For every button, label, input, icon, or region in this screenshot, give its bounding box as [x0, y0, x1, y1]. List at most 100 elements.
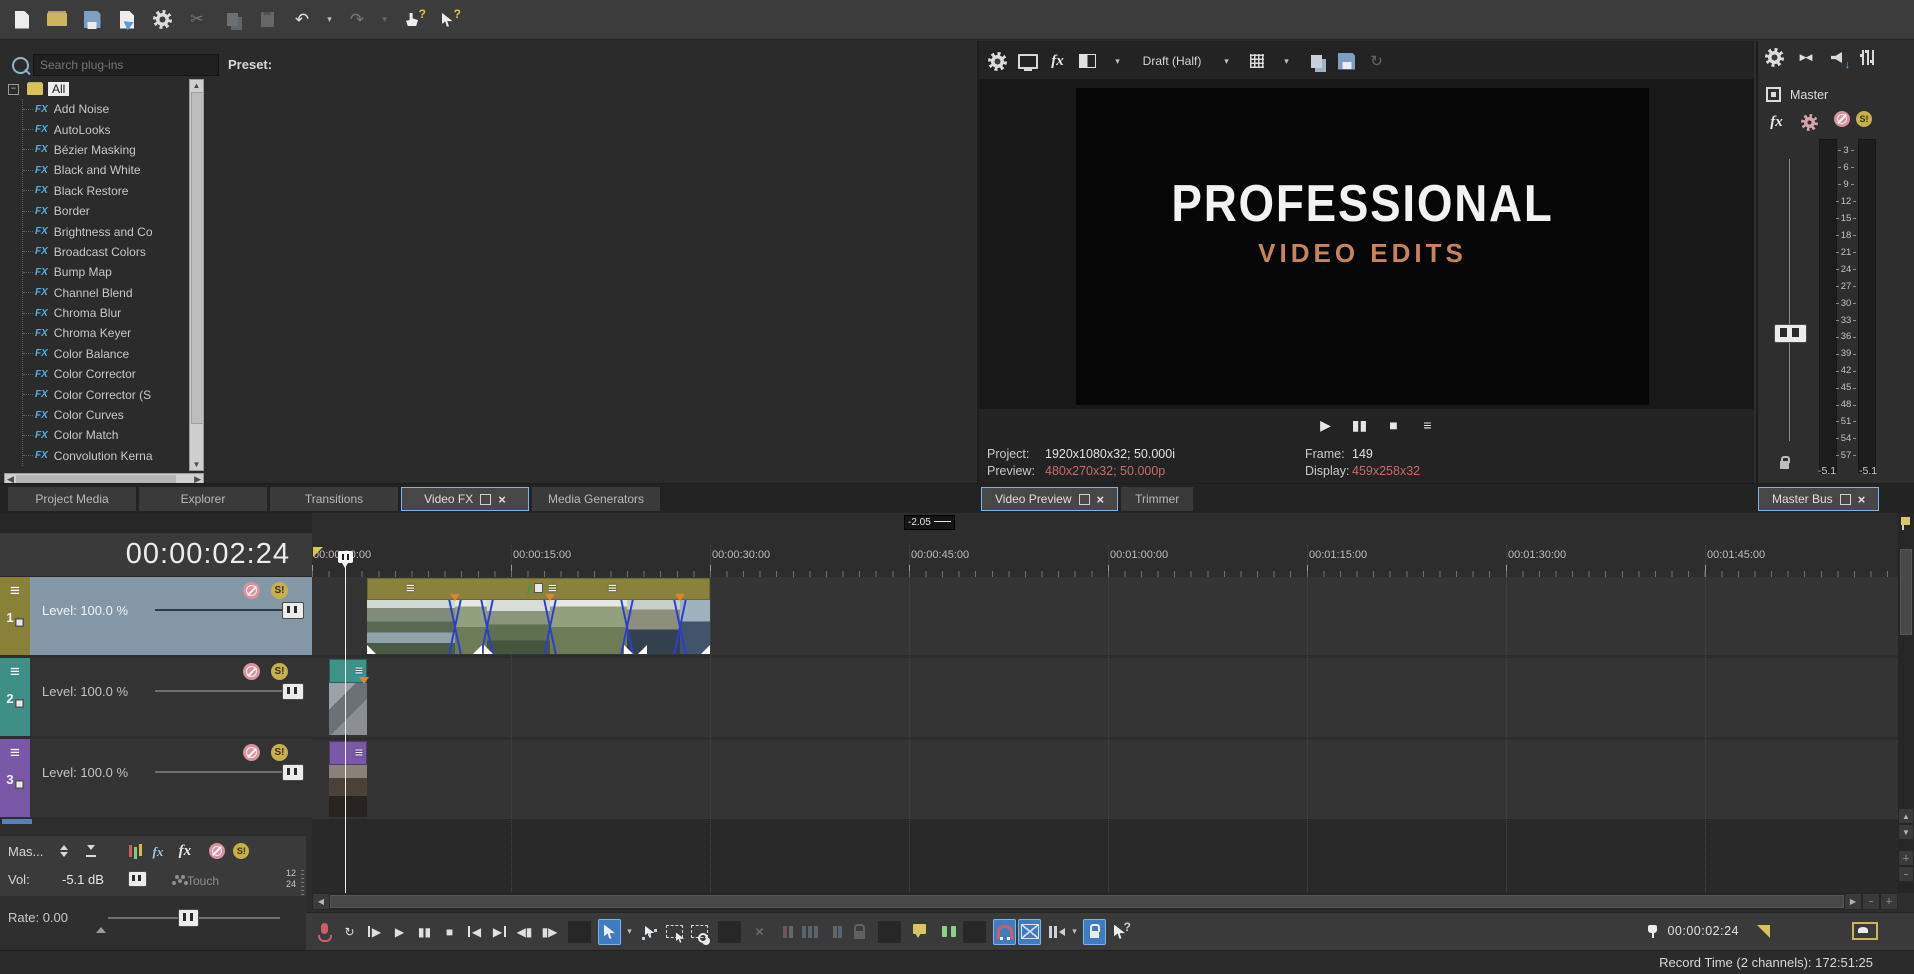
scroll-down-icon[interactable]: ▼	[190, 460, 203, 469]
scroll-down-icon[interactable]: ▼	[1899, 825, 1913, 839]
tab-trimmer[interactable]: Trimmer ×	[1121, 487, 1193, 511]
open-icon[interactable]	[43, 6, 71, 34]
level-slider-handle[interactable]	[282, 602, 304, 619]
timeline-ruler[interactable]: 00:00:00:0000:00:15:0000:00:30:0000:00:4…	[312, 545, 1898, 577]
track-lane-2[interactable]	[312, 658, 1898, 737]
track-header-3[interactable]: ≡ 3 S! Level: 100.0 %	[0, 739, 312, 817]
fade-handle[interactable]	[624, 645, 633, 654]
fade-handle[interactable]	[484, 645, 493, 654]
pause-button[interactable]: ▮▮	[413, 919, 436, 945]
timeline-hscrollbar[interactable]: ◀ ▶ − ＋	[312, 893, 1898, 910]
fx-plugin-item[interactable]: FX Border	[23, 201, 188, 221]
preview-play-button[interactable]: ▶	[1314, 413, 1337, 437]
track-lane-3[interactable]	[312, 740, 1898, 819]
trim-start-button[interactable]	[773, 919, 796, 945]
zoom-in-icon[interactable]: ＋	[1881, 894, 1897, 909]
copy-snapshot-icon[interactable]	[1304, 49, 1329, 74]
mute-icon[interactable]	[243, 663, 260, 680]
close-tab-icon[interactable]: ×	[1097, 493, 1105, 506]
track-menu-icon[interactable]: ≡	[10, 663, 20, 680]
fx-plugin-item[interactable]: FX Chroma Blur	[23, 303, 188, 323]
scroll-thumb[interactable]	[191, 92, 204, 424]
insert-region-button[interactable]	[933, 919, 956, 945]
empty-timeline-area[interactable]	[312, 819, 1898, 893]
fade-handle[interactable]	[367, 645, 376, 654]
enable-snapping-button[interactable]	[993, 919, 1016, 945]
event-menu-icon[interactable]: ≡	[406, 580, 415, 598]
fx-plugin-item[interactable]: FX Broadcast Colors	[23, 242, 188, 262]
fx-plugin-item[interactable]: FX AutoLooks	[23, 119, 188, 139]
fader-mode-icon[interactable]	[52, 840, 75, 862]
video-event-track2[interactable]: ≡	[329, 659, 367, 735]
redo-dropdown-icon[interactable]: ▾	[378, 6, 391, 34]
master-track-solo-icon[interactable]: S!	[233, 843, 249, 859]
event-menu-icon[interactable]: ≡	[355, 743, 363, 761]
preview-pause-button[interactable]: ▮▮	[1348, 413, 1371, 437]
scroll-thumb[interactable]	[1900, 549, 1912, 635]
split-screen-dropdown-icon[interactable]: ▾	[1105, 49, 1130, 74]
tab-explorer[interactable]: Explorer ×	[139, 487, 267, 511]
paste-icon[interactable]	[253, 6, 281, 34]
timeline-vscrollbar[interactable]: ▲ ▼ ＋ −	[1898, 513, 1914, 893]
scroll-up-icon[interactable]: ▲	[1899, 809, 1913, 823]
timeline-marker-icon[interactable]	[313, 547, 323, 557]
fx-plugin-item[interactable]: FX Color Curves	[23, 405, 188, 425]
tab-transitions[interactable]: Transitions ×	[270, 487, 398, 511]
overlays-icon[interactable]	[1244, 49, 1269, 74]
fx-plugin-item[interactable]: FX Channel Blend	[23, 283, 188, 303]
master-fx-icon[interactable]: fx	[1765, 109, 1788, 135]
close-tab-icon[interactable]: ×	[498, 493, 506, 506]
tab-project-media[interactable]: Project Media ×	[8, 487, 136, 511]
lock-event-button[interactable]	[848, 919, 871, 945]
render-as-icon[interactable]	[113, 6, 141, 34]
dock-window-icon[interactable]	[1840, 494, 1851, 505]
rate-slider[interactable]	[108, 917, 280, 919]
playhead-line[interactable]	[345, 551, 346, 893]
undo-icon[interactable]: ↶	[288, 6, 316, 34]
collapse-expander-icon[interactable]: −	[8, 84, 19, 95]
scroll-thumb[interactable]	[330, 895, 1844, 908]
fx-plugin-item[interactable]: FX Bump Map	[23, 262, 188, 282]
video-event-track3[interactable]: ≡	[329, 741, 367, 817]
play-button[interactable]: ▶	[388, 919, 411, 945]
fx-plugin-item[interactable]: FX Color Corrector	[23, 364, 188, 384]
timecode-display[interactable]: 00:00:02:24	[0, 533, 312, 577]
fade-handle[interactable]	[638, 645, 647, 654]
envelope-edit-tool-button[interactable]	[638, 919, 661, 945]
level-slider[interactable]	[155, 609, 286, 611]
preview-quality-dropdown-icon[interactable]: ▾	[1214, 49, 1239, 74]
loop-region-icon[interactable]: ↻	[1364, 49, 1389, 74]
lock-envelopes-button[interactable]	[1083, 919, 1106, 945]
automation-settings-icon[interactable]	[1798, 109, 1821, 135]
go-to-end-button[interactable]: ▶	[488, 919, 511, 945]
playhead-marker[interactable]	[338, 551, 353, 563]
fx-plugin-item[interactable]: FX Bézier Masking	[23, 140, 188, 160]
track-header-2[interactable]: ≡ 2 S! Level: 100.0 %	[0, 658, 312, 736]
dim-output-icon[interactable]	[1824, 45, 1849, 70]
scroll-right-icon[interactable]: ▶	[1845, 894, 1861, 909]
fx-plugin-item[interactable]: FX Black Restore	[23, 181, 188, 201]
go-to-start-button[interactable]: ◀	[463, 919, 486, 945]
interactive-tutorials-icon[interactable]	[398, 6, 426, 34]
stop-button[interactable]: ■	[438, 919, 461, 945]
volume-fader-handle[interactable]	[128, 871, 147, 887]
master-mute-icon[interactable]	[1834, 111, 1850, 127]
master-track-header[interactable]: Mas... fx fx S! Vol: -5.1 dB Touch 12 24	[0, 835, 306, 897]
undo-dropdown-icon[interactable]: ▾	[323, 6, 336, 34]
dock-window-icon[interactable]	[480, 494, 491, 505]
master-track-mute-icon[interactable]	[209, 843, 225, 859]
level-slider[interactable]	[155, 690, 286, 692]
fx-plugin-item[interactable]: FX Color Corrector (S	[23, 384, 188, 404]
solo-icon[interactable]: S!	[271, 663, 288, 680]
rate-slider-handle[interactable]	[178, 909, 199, 927]
track-zoom-out-icon[interactable]: −	[1899, 867, 1913, 881]
new-project-icon[interactable]	[8, 6, 36, 34]
external-monitor-icon[interactable]	[1015, 49, 1040, 74]
whats-this-help-icon[interactable]	[433, 6, 461, 34]
master-fader-track[interactable]	[1789, 159, 1790, 441]
event-menu-icon[interactable]: ≡	[608, 580, 617, 598]
meters-view-icon[interactable]	[119, 840, 142, 862]
fade-handle[interactable]	[473, 645, 482, 654]
automation-mode[interactable]: Touch	[178, 874, 219, 888]
split-events-button[interactable]: ✕	[748, 919, 771, 945]
